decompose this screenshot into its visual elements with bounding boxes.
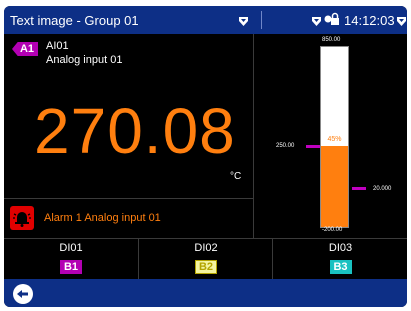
alarm-divider [4,198,253,199]
group-dropdown-icon[interactable] [239,14,248,29]
di-name: DI02 [194,242,218,254]
di-name: DI03 [328,242,353,254]
di-badge: B1 [60,260,82,274]
di-cell-2[interactable]: DI02 B2 [138,239,273,279]
di-cell-3[interactable]: DI03 B3 [272,239,407,279]
measured-value: 270.08 [34,95,236,167]
digital-inputs-row: DI01 B1 DI02 B2 DI03 B3 [4,238,407,279]
main-panel: A1 AI01 Analog input 01 270.08 °C Alarm … [4,34,407,238]
alarm-bell-icon[interactable] [10,206,34,230]
limit-low-value: 250.00 [276,143,295,149]
channel-tag-badge: A1 [12,42,38,56]
back-button[interactable] [13,284,33,304]
di-cell-1[interactable]: DI01 B1 [4,239,138,279]
group-title[interactable]: Text image - Group 01 [10,13,139,28]
bargraph-fill [321,146,348,227]
limit-high-value: 20.000 [373,186,392,192]
bargraph-percent: 45% [327,136,342,143]
alarm-message: Alarm 1 Analog input 01 [44,212,161,224]
bargraph-scale-min: -200.00 [322,227,343,233]
limit-low-marker [306,145,320,148]
status-dropdown-icon[interactable] [312,14,321,29]
channel-name: Analog input 01 [46,54,123,66]
channel-id: AI01 [46,40,69,52]
bargraph-scale-max: 850.00 [322,37,341,43]
back-arrow-icon [17,290,28,298]
panel-divider [253,34,254,238]
header-divider [261,11,262,29]
bargraph-level-line [321,145,348,146]
di-name: DI01 [59,242,83,254]
footer-bar [4,279,407,307]
di-badge: B2 [195,260,217,274]
header-bar: Text image - Group 01 14:12:03 [4,6,407,34]
lock-icon [324,12,340,29]
bargraph: 45% [320,46,349,228]
value-unit: °C [230,171,242,182]
di-badge: B3 [329,260,352,274]
clock-dropdown-icon[interactable] [397,14,406,29]
clock-time: 14:12:03 [344,13,395,28]
device-screen: Text image - Group 01 14:12:03 A1 AI01 A… [4,6,407,307]
limit-high-marker [352,187,366,190]
